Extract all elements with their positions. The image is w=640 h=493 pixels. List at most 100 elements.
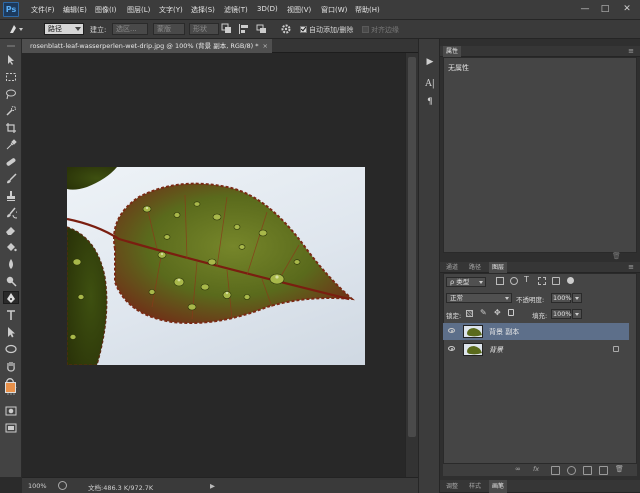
hand-tool-icon[interactable] xyxy=(3,359,19,372)
fill-input[interactable]: 100% xyxy=(551,309,572,319)
quick-selection-tool-icon[interactable] xyxy=(3,104,19,117)
minimize-button[interactable]: — xyxy=(578,3,592,15)
blend-mode-select[interactable]: 正常 xyxy=(446,293,512,303)
screen-mode-icon[interactable] xyxy=(3,421,19,434)
filter-pixel-icon[interactable] xyxy=(496,277,504,285)
layer-filter-select[interactable]: ρ 类型 xyxy=(446,277,486,287)
path-alignment-icon[interactable] xyxy=(238,23,250,35)
menu-layer[interactable]: 图层(L) xyxy=(127,5,150,15)
add-mask-icon[interactable] xyxy=(551,466,560,475)
eraser-tool-icon[interactable] xyxy=(3,223,19,236)
paint-bucket-tool-icon[interactable] xyxy=(3,240,19,253)
tab-styles[interactable]: 样式 xyxy=(466,480,484,493)
toolbar-collapse-icon[interactable] xyxy=(3,43,19,49)
clone-stamp-tool-icon[interactable] xyxy=(3,189,19,202)
align-edges-checkbox[interactable]: 对齐边缘 xyxy=(362,25,399,35)
close-tab-icon[interactable]: × xyxy=(263,39,268,53)
properties-trash-icon[interactable]: 🗑 xyxy=(612,252,621,260)
filter-shape-icon[interactable] xyxy=(538,277,546,285)
new-group-folder-icon[interactable] xyxy=(583,466,592,475)
tab-adjustments[interactable]: 调整 xyxy=(443,480,461,493)
tab-brushes[interactable]: 画笔 xyxy=(489,480,508,493)
delete-layer-trash-icon[interactable]: 🗑 xyxy=(615,465,624,473)
brush-tool-icon[interactable] xyxy=(3,172,19,185)
menu-edit[interactable]: 编辑(E) xyxy=(63,5,87,15)
ellipse-tool-icon[interactable] xyxy=(3,342,19,355)
filter-smart-object-icon[interactable] xyxy=(552,277,560,285)
menu-bar: Ps 文件(F) 编辑(E) 图像(I) 图层(L) 文字(Y) 选择(S) 滤… xyxy=(0,0,640,20)
opacity-dropdown[interactable] xyxy=(572,293,582,303)
paragraph-panel-icon[interactable]: ¶ xyxy=(423,95,437,109)
zoom-level[interactable]: 100% xyxy=(28,482,47,490)
panel-menu-icon[interactable]: ≡ xyxy=(628,46,634,57)
lock-pixels-brush-icon[interactable]: ✎ xyxy=(480,308,487,317)
play-actions-icon[interactable]: ▶ xyxy=(423,55,437,69)
layer-style-fx-icon[interactable]: fx xyxy=(533,465,539,473)
tab-properties[interactable]: 属性 xyxy=(443,46,462,57)
lock-position-move-icon[interactable]: ✥ xyxy=(494,308,501,317)
layer-row-background[interactable]: 背景 xyxy=(443,341,629,358)
path-operations-icon[interactable] xyxy=(221,23,233,35)
status-menu-arrow-icon[interactable]: ▶ xyxy=(210,482,215,490)
foreground-color-swatch[interactable] xyxy=(5,382,16,393)
pen-tool-preset-icon[interactable] xyxy=(8,23,23,35)
image-canvas[interactable] xyxy=(67,167,365,365)
blur-tool-icon[interactable] xyxy=(3,257,19,270)
filter-toggle-icon[interactable] xyxy=(567,277,574,284)
layer-visibility-eye-icon[interactable] xyxy=(448,328,455,333)
pen-tool-icon[interactable] xyxy=(3,291,19,304)
lock-transparent-icon[interactable] xyxy=(466,310,473,317)
type-tool-icon[interactable] xyxy=(3,308,19,321)
menu-file[interactable]: 文件(F) xyxy=(31,5,55,15)
menu-filter[interactable]: 滤镜(T) xyxy=(224,5,248,15)
crop-tool-icon[interactable] xyxy=(3,121,19,134)
filter-type-icon[interactable]: T xyxy=(524,275,529,284)
adjustment-layer-icon[interactable] xyxy=(567,466,576,475)
shape-button[interactable]: 形状 xyxy=(189,23,219,35)
layers-panel-menu-icon[interactable]: ≡ xyxy=(628,262,634,273)
auto-add-delete-checkbox[interactable]: 自动添加/删除 xyxy=(300,25,353,35)
menu-help[interactable]: 帮助(H) xyxy=(355,5,380,15)
quick-mask-icon[interactable] xyxy=(3,404,19,417)
lock-all-icon[interactable] xyxy=(508,309,514,316)
filter-adjustment-icon[interactable] xyxy=(510,277,518,285)
menu-3d[interactable]: 3D(D) xyxy=(257,5,278,13)
dodge-tool-icon[interactable] xyxy=(3,274,19,287)
document-tab[interactable]: rosenblatt-leaf-wasserperlen-wet-drip.jp… xyxy=(22,39,272,53)
layer-visibility-eye-icon[interactable] xyxy=(448,346,455,351)
menu-type[interactable]: 文字(Y) xyxy=(159,5,183,15)
history-brush-tool-icon[interactable] xyxy=(3,206,19,219)
mask-button[interactable]: 蒙版 xyxy=(153,23,185,35)
path-selection-tool-icon[interactable] xyxy=(3,325,19,338)
lock-label: 锁定: xyxy=(446,312,462,320)
menu-image[interactable]: 图像(I) xyxy=(95,5,117,15)
path-arrangement-icon[interactable] xyxy=(256,23,268,35)
new-layer-icon[interactable] xyxy=(599,466,608,475)
mode-select-value: 路径 xyxy=(48,25,62,33)
menu-view[interactable]: 视图(V) xyxy=(287,5,311,15)
tab-channels[interactable]: 通道 xyxy=(443,262,461,273)
lasso-tool-icon[interactable] xyxy=(3,87,19,100)
tab-layers[interactable]: 图层 xyxy=(489,262,508,273)
layer-row-background-copy[interactable]: 背景 副本 xyxy=(443,323,629,340)
status-info-icon[interactable] xyxy=(58,481,67,490)
settings-gear-icon[interactable] xyxy=(280,23,292,35)
eyedropper-tool-icon[interactable] xyxy=(3,138,19,151)
opacity-input[interactable]: 100% xyxy=(551,293,572,303)
fill-dropdown[interactable] xyxy=(572,309,582,319)
character-panel-icon[interactable]: A| xyxy=(423,77,437,91)
tab-paths[interactable]: 路径 xyxy=(466,262,484,273)
mode-select[interactable]: 路径 xyxy=(44,23,84,35)
marquee-tool-icon[interactable] xyxy=(3,70,19,83)
vertical-scrollbar[interactable] xyxy=(405,53,418,477)
close-button[interactable]: ✕ xyxy=(620,3,634,15)
properties-empty-text: 无属性 xyxy=(448,64,469,72)
scrollbar-thumb[interactable] xyxy=(408,57,416,437)
healing-brush-tool-icon[interactable] xyxy=(3,155,19,168)
selection-button[interactable]: 选区... xyxy=(112,23,148,35)
move-tool-icon[interactable] xyxy=(3,53,19,66)
restore-button[interactable]: □ xyxy=(598,3,612,15)
link-layers-icon[interactable]: ∞ xyxy=(515,465,521,473)
menu-select[interactable]: 选择(S) xyxy=(191,5,215,15)
menu-window[interactable]: 窗口(W) xyxy=(321,5,347,15)
